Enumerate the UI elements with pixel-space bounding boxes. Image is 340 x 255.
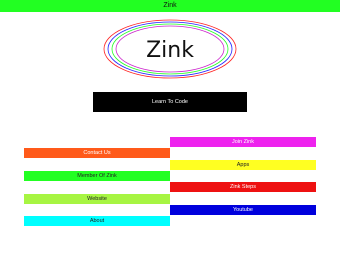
apps-button[interactable]: Apps: [170, 160, 316, 170]
zink-steps-button[interactable]: Zink Steps: [170, 182, 316, 192]
title-bar: Zink: [0, 0, 340, 12]
logo-text: Zink: [146, 38, 194, 63]
website-button[interactable]: Website: [24, 194, 170, 204]
about-button[interactable]: About: [24, 216, 170, 226]
join-zink-button[interactable]: Join Zink: [170, 137, 316, 147]
logo-rings: Zink: [103, 19, 237, 79]
youtube-button[interactable]: Youtube: [170, 205, 316, 215]
learn-to-code-button[interactable]: Learn To Code: [93, 92, 247, 112]
app-title: Zink: [163, 2, 177, 9]
member-of-zink-button[interactable]: Member Of Zink: [24, 171, 170, 181]
zink-logo: Zink: [102, 18, 238, 80]
contact-us-button[interactable]: Contact Us: [24, 148, 170, 158]
